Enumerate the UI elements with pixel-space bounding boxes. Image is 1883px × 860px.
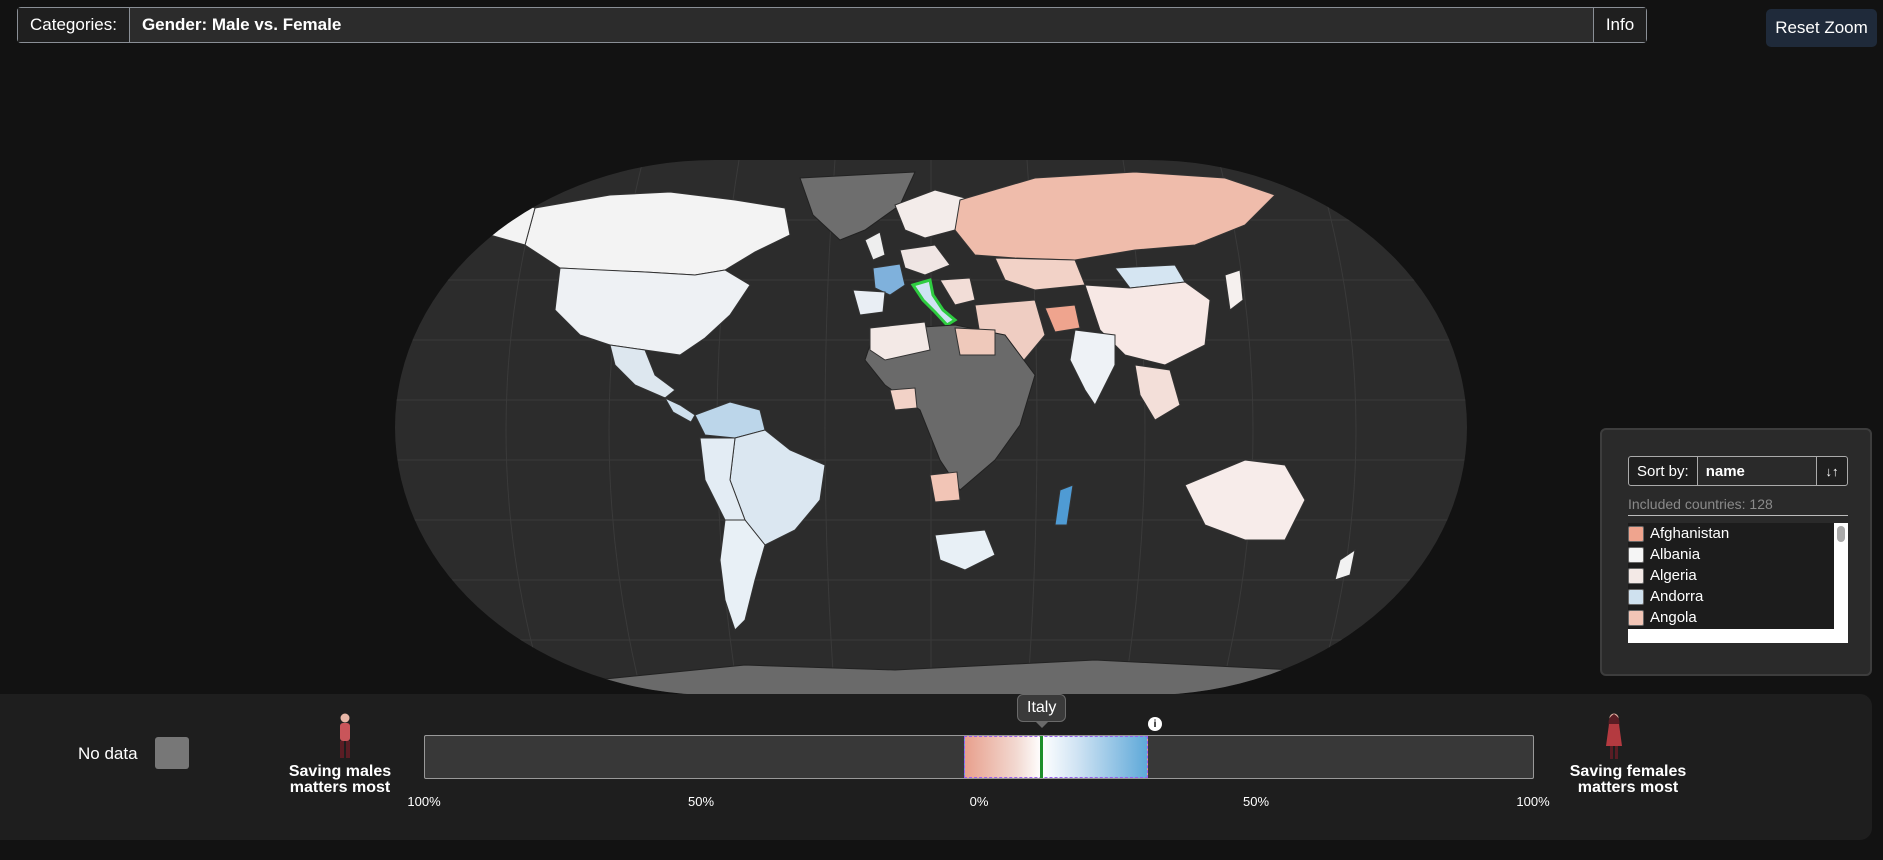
reset-zoom-button[interactable]: Reset Zoom (1766, 9, 1877, 47)
tick-0: 100% (407, 794, 441, 809)
country-list-item[interactable]: Afghanistan (1628, 523, 1848, 544)
country-color-swatch (1628, 567, 1644, 584)
info-icon[interactable]: i (1148, 717, 1162, 731)
saving-females-label: Saving females matters most (1558, 764, 1698, 796)
country-egypt[interactable] (954, 327, 996, 356)
country-list-item[interactable]: Albania (1628, 544, 1848, 565)
saving-males-line2: matters most (289, 779, 391, 796)
country-name: Andorra (1650, 588, 1704, 605)
legend-panel: No data Saving males matters most Saving… (0, 694, 1872, 840)
country-nigeria-west[interactable] (889, 387, 918, 411)
no-data-swatch (155, 737, 189, 769)
country-list-item[interactable]: Algeria (1628, 565, 1848, 586)
categories-label: Categories: (18, 8, 130, 42)
info-button[interactable]: Info (1593, 8, 1646, 42)
country-name: Albania (1650, 546, 1701, 563)
country-name: Afghanistan (1650, 525, 1730, 542)
tick-2: 0% (969, 794, 989, 809)
saving-females-line2: matters most (1577, 779, 1679, 796)
list-scrollbar[interactable] (1834, 523, 1848, 633)
male-figure-icon (340, 713, 350, 758)
country-color-swatch (1628, 525, 1644, 542)
country-color-swatch (1628, 546, 1644, 563)
selected-country-tooltip: Italy (1017, 694, 1067, 728)
sort-selector[interactable]: Sort by: name ↓↑ (1628, 456, 1848, 486)
country-color-swatch (1628, 609, 1644, 626)
category-value[interactable]: Gender: Male vs. Female (130, 8, 1593, 42)
saving-males-label: Saving males matters most (275, 764, 405, 796)
tick-4: 100% (1516, 794, 1550, 809)
saving-females-line1: Saving females (1569, 763, 1687, 780)
female-figure-icon (1606, 713, 1622, 759)
world-map[interactable] (395, 160, 1467, 700)
tick-1: 50% (687, 794, 715, 809)
preference-scale[interactable] (424, 735, 1534, 779)
sort-value[interactable]: name (1697, 457, 1816, 485)
list-horizontal-scrollbar[interactable] (1628, 629, 1848, 643)
country-list[interactable]: AfghanistanAlbaniaAlgeriaAndorraAngolaAr… (1628, 523, 1848, 643)
country-list-item[interactable]: Andorra (1628, 586, 1848, 607)
no-data-label: No data (78, 744, 138, 763)
included-count: Included countries: 128 (1628, 496, 1848, 516)
sort-direction-icon[interactable]: ↓↑ (1816, 457, 1847, 485)
country-angola[interactable] (929, 471, 961, 503)
country-name: Algeria (1650, 567, 1697, 584)
country-list-item[interactable]: Angola (1628, 607, 1848, 628)
italy-marker[interactable] (1040, 736, 1043, 778)
country-name: Angola (1650, 609, 1697, 626)
sort-label: Sort by: (1629, 457, 1698, 485)
country-color-swatch (1628, 588, 1644, 605)
scrollbar-thumb[interactable] (1837, 526, 1845, 542)
saving-males-line1: Saving males (288, 763, 392, 780)
data-range-gradient[interactable] (964, 736, 1148, 778)
tick-3: 50% (1242, 794, 1270, 809)
country-sort-panel: Sort by: name ↓↑ Included countries: 128… (1600, 428, 1872, 676)
category-selector[interactable]: Categories: Gender: Male vs. Female Info (17, 7, 1647, 43)
